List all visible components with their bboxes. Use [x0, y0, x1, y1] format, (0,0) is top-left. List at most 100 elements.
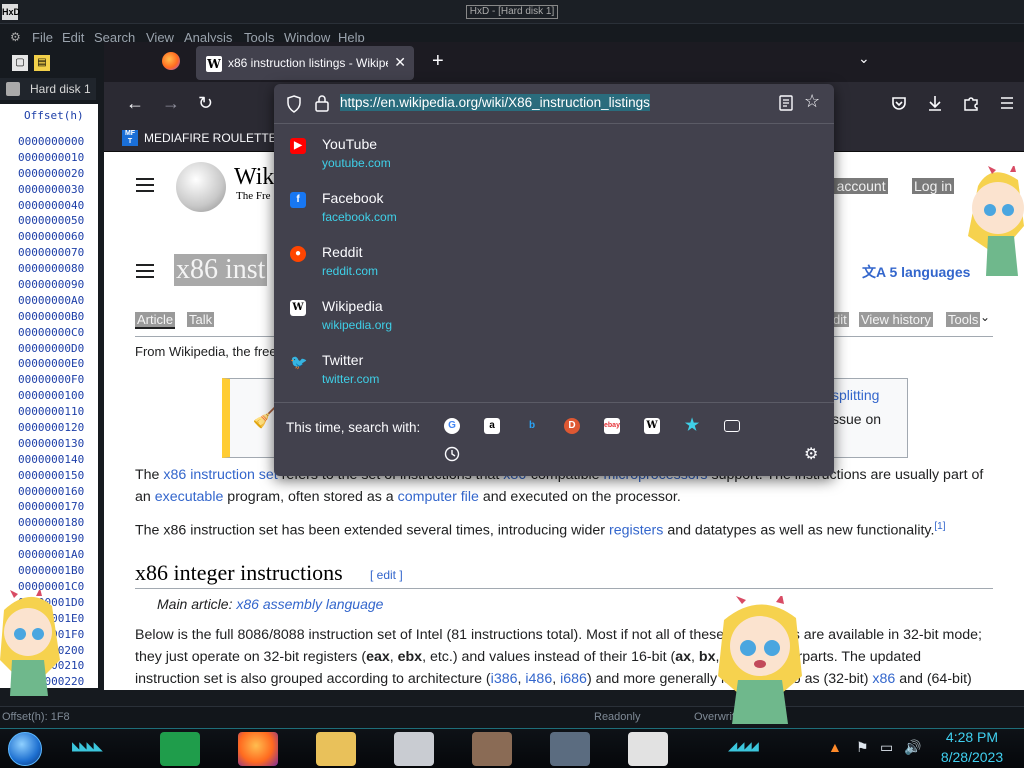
main-menu-icon[interactable] — [136, 178, 154, 192]
suggestion-title: YouTube — [322, 136, 378, 152]
hxd-toolbar: ▢ ▤ — [0, 50, 100, 76]
character-sticker-icon — [718, 596, 802, 724]
ebay-icon[interactable]: ebay — [604, 418, 620, 434]
duckduckgo-icon[interactable]: D — [564, 418, 580, 434]
bookmarks-star-icon[interactable]: ★ — [684, 418, 700, 434]
suggestion-title: Wikipedia — [322, 298, 383, 314]
link-i386[interactable]: i386 — [491, 671, 518, 687]
action-center-flag-icon[interactable]: ⚑ — [856, 739, 869, 756]
volume-icon[interactable]: 🔊 — [904, 739, 921, 756]
suggestion-wikipedia[interactable]: W Wikipedia wikipedia.org — [274, 292, 834, 346]
taskbar-firefox-app[interactable] — [238, 732, 278, 766]
tab-view-history[interactable]: View history — [859, 312, 933, 327]
taskbar-app[interactable] — [394, 732, 434, 766]
table-of-contents-icon[interactable] — [136, 264, 154, 278]
link-i686[interactable]: i686 — [560, 671, 587, 687]
start-button[interactable] — [8, 732, 42, 766]
text-eax: eax — [366, 649, 390, 665]
tab-tools[interactable]: Tools — [946, 312, 981, 327]
menu-edit[interactable]: Edit — [62, 30, 84, 45]
reference-1[interactable]: [1] — [934, 521, 945, 532]
text: program, often stored as a — [223, 489, 398, 505]
new-tab-button[interactable]: + — [432, 50, 444, 73]
menu-icon[interactable] — [998, 94, 1016, 112]
hxd-tab-hard-disk[interactable]: Hard disk 1 — [0, 78, 96, 100]
lock-icon[interactable] — [314, 94, 330, 112]
tabs-icon[interactable] — [724, 420, 740, 432]
pocket-icon[interactable] — [890, 94, 908, 112]
languages-button[interactable]: 文A 5 languages — [862, 262, 970, 282]
section-edit-link[interactable]: [ edit ] — [370, 568, 403, 582]
url-input[interactable]: https://en.wikipedia.org/wiki/X86_instru… — [340, 94, 650, 111]
taskbar-notes-app[interactable] — [160, 732, 200, 766]
taskbar-hxd-app[interactable] — [628, 732, 668, 766]
tab-talk[interactable]: Talk — [187, 312, 215, 327]
offset-row: 0000000050 — [18, 214, 85, 228]
tab-article[interactable]: Article — [135, 312, 176, 329]
hxd-titlebar[interactable]: HxD HxD - [Hard disk 1] — [0, 0, 1024, 24]
offset-row: 0000000070 — [18, 246, 85, 260]
wikipedia-globe-logo[interactable] — [176, 162, 226, 212]
text-ebx: ebx — [397, 649, 423, 665]
firefox-view-icon[interactable] — [162, 52, 180, 70]
download-icon[interactable] — [926, 94, 944, 112]
taskbar-file-explorer-app[interactable] — [316, 732, 356, 766]
taskbar-image-app[interactable] — [472, 732, 512, 766]
back-button[interactable]: ← — [126, 93, 144, 113]
forward-button[interactable]: → — [162, 93, 180, 113]
tracking-protection-shield-icon[interactable] — [286, 95, 302, 113]
extensions-icon[interactable] — [962, 94, 980, 112]
tray-app-icon[interactable]: ▲ — [828, 739, 842, 755]
hxd-app-icon[interactable]: HxD — [2, 4, 20, 20]
network-icon[interactable]: ▭ — [880, 739, 893, 756]
character-sticker-icon — [0, 590, 60, 696]
link-x86-64[interactable]: x86 — [872, 671, 895, 687]
translate-icon: 文A — [862, 264, 890, 280]
link-x86-instruction-set[interactable]: x86 instruction set — [163, 467, 277, 483]
bookmark-star-icon[interactable]: ☆ — [804, 91, 820, 112]
link-executable[interactable]: executable — [155, 489, 224, 505]
taskbar-monitor-app[interactable] — [550, 732, 590, 766]
suggestion-youtube[interactable]: ▶ YouTube youtube.com — [274, 130, 834, 184]
tools-chevron-down-icon[interactable]: ⌄ — [980, 310, 990, 324]
reader-view-icon[interactable] — [778, 94, 794, 112]
disk-icon — [6, 82, 20, 96]
offset-row: 0000000010 — [18, 150, 85, 164]
suggestion-url: youtube.com — [322, 156, 391, 170]
tab-title: x86 instruction listings - Wikipedia — [228, 56, 388, 70]
menu-file[interactable]: File — [32, 30, 53, 45]
suggestion-facebook[interactable]: f Facebook facebook.com — [274, 184, 834, 238]
google-icon[interactable]: G — [444, 418, 460, 434]
taskbar: ◣◣◣◣ ◢◢◢◢ ▲ ⚑ ▭ 🔊 4:28 PM 8/28/2023 — [0, 728, 1024, 768]
list-all-tabs-chevron-icon[interactable]: ⌄ — [858, 50, 870, 67]
hxd-menu-app-icon[interactable]: ⚙ — [10, 30, 26, 44]
notice-split-link[interactable]: splitting — [832, 387, 879, 403]
close-tab-icon[interactable]: ✕ — [394, 54, 406, 71]
link-x86-assembly-language[interactable]: x86 assembly language — [236, 596, 383, 612]
bookmark-mediafire-rouletter[interactable]: MEDIAFIRE ROULETTER — [144, 131, 285, 145]
wikipedia-search-icon[interactable]: W — [644, 418, 660, 434]
amazon-icon[interactable]: a — [484, 418, 500, 434]
text: , — [552, 671, 561, 687]
log-in-link[interactable]: Log in — [912, 178, 955, 194]
link-computer-file[interactable]: computer file — [398, 489, 479, 505]
suggestion-reddit[interactable]: ● Reddit reddit.com — [274, 238, 834, 292]
clock-time[interactable]: 4:28 PM — [922, 729, 1022, 745]
link-i486[interactable]: i486 — [525, 671, 552, 687]
reload-button[interactable]: ↻ — [198, 93, 213, 113]
clock-date[interactable]: 8/28/2023 — [922, 749, 1022, 765]
open-folder-icon[interactable]: ▤ — [34, 55, 50, 71]
search-settings-gear-icon[interactable]: ⚙ — [804, 444, 818, 464]
wikipedia-icon: W — [290, 300, 306, 316]
offset-row: 0000000060 — [18, 230, 85, 244]
bing-icon[interactable]: b — [524, 418, 540, 434]
offset-row: 00000000B0 — [18, 309, 85, 323]
tab-x86-instruction-listings[interactable]: W x86 instruction listings - Wikipedia ✕ — [196, 46, 414, 80]
history-clock-icon[interactable] — [444, 446, 460, 462]
new-file-icon[interactable]: ▢ — [12, 55, 28, 71]
suggestion-twitter[interactable]: 🐦 Twitter twitter.com — [274, 346, 834, 400]
link-registers[interactable]: registers — [609, 523, 663, 539]
address-bar[interactable]: https://en.wikipedia.org/wiki/X86_instru… — [274, 84, 834, 124]
hatnote-label: Main article: — [157, 596, 237, 612]
offset-row: 0000000180 — [18, 516, 85, 530]
